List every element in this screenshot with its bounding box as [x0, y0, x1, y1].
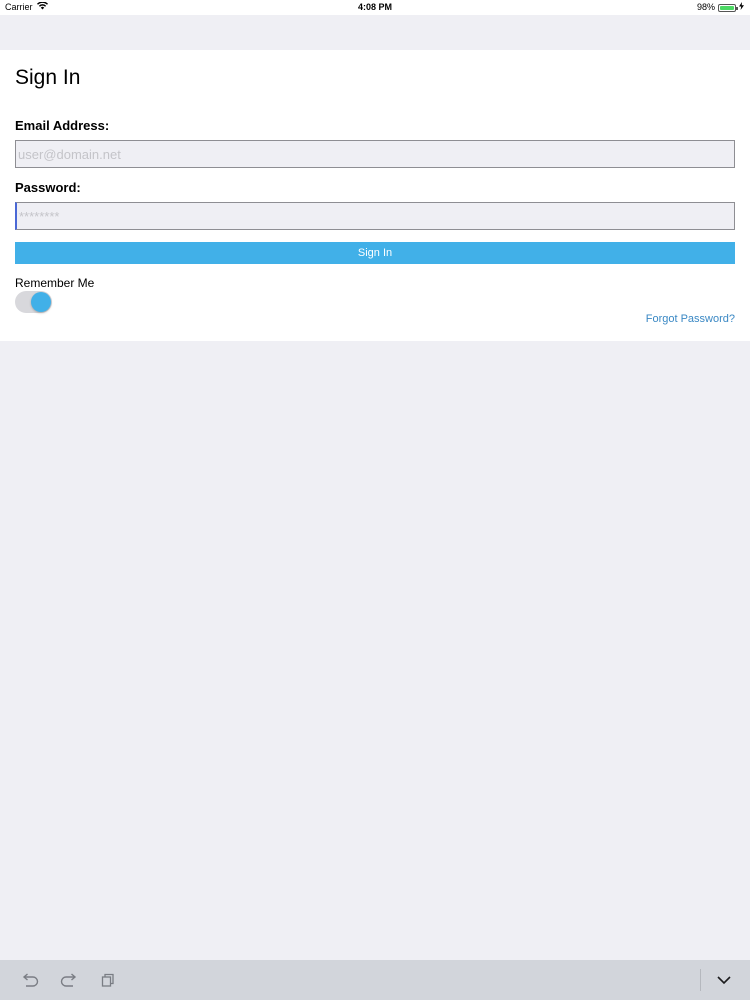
battery-percent: 98% — [696, 2, 715, 12]
keyboard-toolbar — [0, 960, 750, 1000]
email-label: Email Address: — [15, 118, 110, 133]
page-title: Sign In — [15, 66, 81, 89]
toolbar-divider — [700, 969, 701, 991]
keyboard-dismiss-icon[interactable] — [715, 971, 733, 989]
charging-icon — [739, 0, 744, 15]
battery-icon — [718, 3, 738, 12]
status-right: 98% — [697, 0, 744, 15]
signin-card: Sign In Email Address: Password: Sign In… — [0, 50, 750, 341]
status-time: 4:08 PM — [357, 2, 392, 12]
undo-icon[interactable] — [21, 971, 39, 989]
paste-icon[interactable] — [99, 971, 117, 989]
toggle-knob — [31, 292, 51, 312]
navigation-bar — [0, 15, 750, 50]
status-bar: Carrier 4:08 PM 98% — [0, 0, 750, 15]
remember-me-toggle[interactable] — [15, 291, 52, 313]
signin-button[interactable]: Sign In — [15, 242, 735, 264]
battery-fill — [720, 5, 734, 10]
forgot-password-link[interactable]: Forgot Password? — [646, 313, 735, 325]
remember-me-label: Remember Me — [15, 276, 95, 290]
email-input[interactable] — [15, 140, 735, 168]
password-label: Password: — [15, 180, 81, 195]
redo-icon[interactable] — [60, 971, 78, 989]
password-input[interactable] — [15, 202, 735, 230]
